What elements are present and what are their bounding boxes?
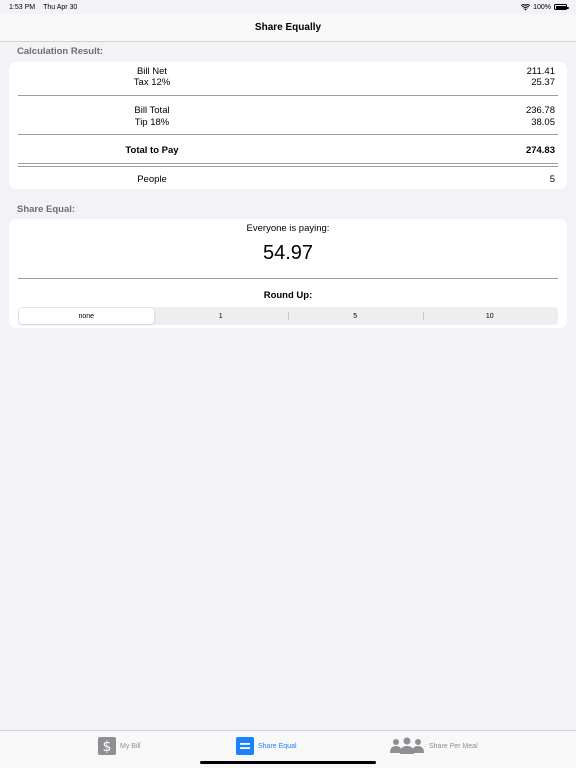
divider bbox=[18, 95, 558, 96]
people-icon bbox=[390, 737, 424, 754]
calculation-header: Calculation Result: bbox=[17, 46, 104, 57]
status-bar: 1:53 PM Thu Apr 30 100% bbox=[0, 0, 576, 14]
bill-total-value: 236.78 bbox=[525, 105, 555, 116]
tab-my-bill[interactable]: $ My Bill bbox=[98, 737, 141, 755]
round-up-option-5[interactable]: 5 bbox=[288, 308, 423, 324]
nav-bar: Share Equally bbox=[0, 14, 576, 42]
people-label: People bbox=[137, 174, 167, 185]
status-time: 1:53 PM bbox=[9, 3, 36, 11]
page-title: Share Equally bbox=[254, 22, 322, 33]
bill-net-label: Bill Net bbox=[136, 66, 168, 77]
round-up-option-10[interactable]: 10 bbox=[422, 308, 558, 324]
tax-value: 25.37 bbox=[531, 77, 555, 88]
calculation-card: Bill Net 211.41 Tax 12% 25.37 Bill Total… bbox=[9, 62, 567, 189]
tab-share-per-meal[interactable]: Share Per Meal bbox=[389, 737, 478, 755]
round-up-label: Round Up: bbox=[263, 290, 313, 301]
share-card: Everyone is paying: 54.97 Round Up: none… bbox=[9, 219, 567, 328]
battery-percent: 100% bbox=[533, 3, 551, 11]
tip-label: Tip 18% bbox=[134, 117, 170, 128]
tab-bar: $ My Bill Share Equal Share Per Meal bbox=[0, 730, 576, 768]
round-up-option-none[interactable]: none bbox=[19, 308, 154, 324]
status-right: 100% bbox=[521, 3, 569, 11]
equal-icon bbox=[236, 737, 254, 755]
home-indicator bbox=[200, 761, 376, 764]
paying-value: 54.97 bbox=[262, 242, 314, 264]
tab-share-equal[interactable]: Share Equal bbox=[236, 737, 297, 755]
tab-share-per-meal-label: Share Per Meal bbox=[429, 742, 478, 750]
battery-icon bbox=[554, 4, 569, 10]
round-up-option-1[interactable]: 1 bbox=[154, 308, 289, 324]
bill-total-label: Bill Total bbox=[134, 105, 170, 116]
divider bbox=[18, 163, 558, 164]
round-up-segmented-control: none 1 5 10 bbox=[18, 307, 558, 325]
wifi-icon bbox=[521, 3, 531, 10]
divider bbox=[18, 166, 558, 167]
svg-text:$: $ bbox=[103, 739, 112, 755]
tip-value: 38.05 bbox=[531, 117, 555, 128]
total-value: 274.83 bbox=[525, 145, 555, 156]
tab-share-equal-label: Share Equal bbox=[258, 742, 297, 750]
tab-my-bill-label: My Bill bbox=[120, 742, 141, 750]
share-header: Share Equal: bbox=[17, 204, 76, 215]
paying-label: Everyone is paying: bbox=[246, 223, 330, 234]
dollar-icon: $ bbox=[98, 737, 116, 755]
divider bbox=[18, 134, 558, 135]
status-date: Thu Apr 30 bbox=[43, 3, 78, 11]
divider bbox=[18, 278, 558, 279]
tax-label: Tax 12% bbox=[133, 77, 171, 88]
total-label: Total to Pay bbox=[125, 145, 179, 156]
bill-net-value: 211.41 bbox=[526, 66, 555, 77]
people-value: 5 bbox=[549, 174, 555, 185]
